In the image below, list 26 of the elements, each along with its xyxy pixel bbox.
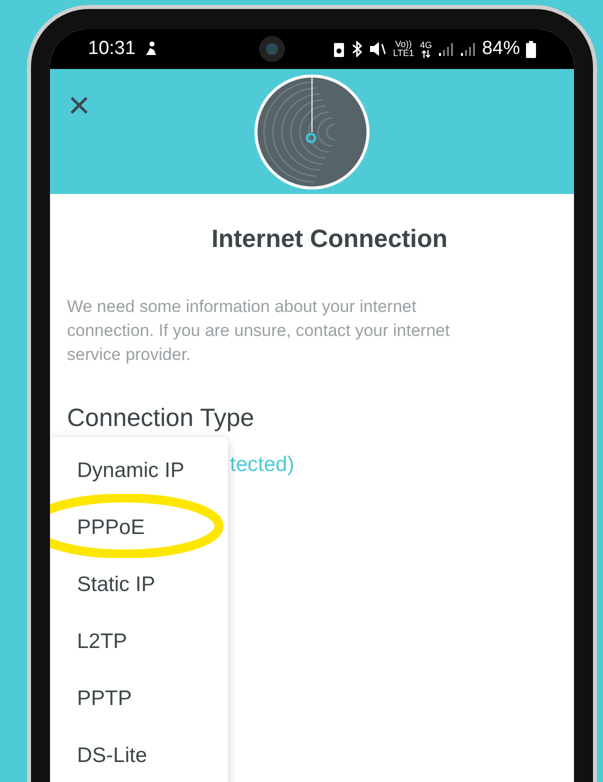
menu-item[interactable]: L2TP bbox=[77, 626, 128, 658]
signal-icon bbox=[460, 42, 476, 56]
signal-icon bbox=[438, 42, 454, 56]
data-arrows-icon bbox=[420, 50, 431, 58]
figure-icon bbox=[144, 41, 158, 57]
menu-item[interactable]: Dynamic IP bbox=[77, 455, 184, 486]
menu-item[interactable]: Static IP bbox=[77, 569, 156, 600]
menu-item[interactable]: PPPoE bbox=[77, 512, 145, 544]
lte-label: LTE1 bbox=[393, 49, 414, 58]
description-text: We need some information about your internet connection. If you are unsure, contact your internet service provider. bbox=[67, 296, 451, 366]
close-button[interactable]: × bbox=[68, 87, 90, 125]
section-label: Connection Type bbox=[67, 402, 256, 434]
logo-icon bbox=[253, 72, 371, 190]
camera-icon bbox=[258, 35, 286, 63]
volte-label: Vo)) bbox=[395, 40, 412, 49]
connection-type-value: tected) bbox=[230, 452, 296, 478]
mute-icon bbox=[369, 41, 388, 57]
menu-item[interactable]: DS-Lite bbox=[77, 740, 148, 772]
page-title: Internet Connection bbox=[210, 224, 449, 255]
battery-saver-icon bbox=[333, 41, 346, 57]
bluetooth-icon bbox=[351, 41, 364, 57]
network-label: 4G bbox=[420, 40, 432, 50]
menu-item[interactable]: PPTP bbox=[77, 683, 132, 714]
clock: 10:31 bbox=[88, 36, 136, 61]
battery-icon bbox=[526, 40, 536, 58]
battery-percent: 84% bbox=[482, 36, 520, 61]
